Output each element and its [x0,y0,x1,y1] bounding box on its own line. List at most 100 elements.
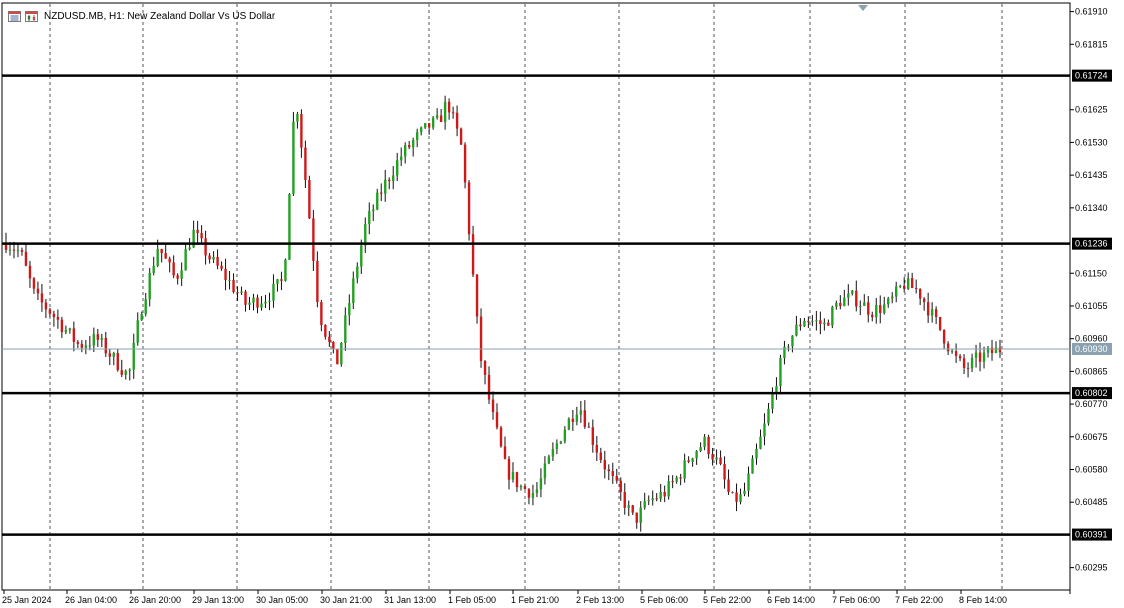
candle-body-241[interactable] [966,367,970,369]
candle-body-41[interactable] [168,258,171,263]
candle-body-54[interactable] [220,265,223,269]
candle-body-4[interactable] [20,250,24,252]
candle-body-167[interactable] [671,481,674,483]
candle-body-113[interactable] [455,112,459,129]
candle-body-31[interactable] [128,369,131,371]
candle-body-114[interactable] [459,128,463,145]
candle-body-38[interactable] [156,248,159,266]
candle-body-14[interactable] [60,319,64,333]
candle-body-158[interactable] [635,512,638,523]
candle-body-144[interactable] [579,410,583,415]
candle-body-165[interactable] [663,491,666,497]
candle-body-29[interactable] [120,370,123,375]
candle-body-196[interactable] [787,346,790,348]
candle-body-230[interactable] [922,298,926,303]
candle-body-101[interactable] [407,145,411,148]
candle-body-161[interactable] [647,500,650,502]
candle-body-172[interactable] [691,458,694,462]
candle-body-183[interactable] [735,492,738,502]
candle-body-228[interactable] [914,287,918,289]
candle-body-218[interactable] [875,305,878,318]
candle-body-150[interactable] [603,459,606,470]
candle-body-168[interactable] [675,477,678,482]
candle-body-84[interactable] [340,342,343,365]
candle-body-240[interactable] [962,358,966,368]
candle-body-18[interactable] [76,341,80,344]
candle-body-160[interactable] [643,501,646,508]
candle-body-204[interactable] [819,320,822,325]
candle-body-51[interactable] [208,255,211,260]
candle-body-106[interactable] [427,123,431,128]
candle-body-39[interactable] [160,248,163,254]
candle-body-56[interactable] [228,279,231,281]
candle-body-81[interactable] [328,336,331,342]
candle-body-242[interactable] [970,357,974,369]
candle-body-119[interactable] [479,316,483,362]
candle-body-49[interactable] [200,233,203,239]
candle-body-1[interactable] [8,249,12,251]
candle-body-26[interactable] [108,353,111,357]
candle-body-159[interactable] [639,507,642,523]
candle-body-104[interactable] [419,127,423,133]
candle-body-52[interactable] [212,256,215,260]
candle-body-85[interactable] [344,315,347,343]
candle-body-169[interactable] [679,477,682,479]
candle-body-216[interactable] [867,302,870,315]
candle-body-83[interactable] [336,349,339,365]
candle-body-108[interactable] [435,115,439,118]
candle-body-120[interactable] [483,361,487,375]
candle-body-220[interactable] [883,304,886,313]
candle-body-148[interactable] [595,444,599,453]
candle-body-136[interactable] [547,456,551,464]
candle-body-42[interactable] [172,262,175,276]
candle-body-79[interactable] [320,302,323,325]
candle-body-190[interactable] [763,423,766,437]
candle-body-205[interactable] [823,322,826,325]
candle-body-121[interactable] [487,374,491,400]
candle-body-214[interactable] [859,305,862,307]
candle-body-53[interactable] [216,256,219,266]
candle-body-147[interactable] [591,427,595,445]
candle-body-60[interactable] [244,291,247,305]
candle-body-27[interactable] [112,353,115,357]
candle-body-123[interactable] [495,412,499,428]
candle-body-68[interactable] [276,279,279,284]
candle-body-74[interactable] [300,113,303,148]
candle-body-24[interactable] [100,337,104,340]
candle-body-62[interactable] [252,297,255,303]
candle-body-146[interactable] [587,426,591,428]
candle-body-234[interactable] [938,316,942,330]
candle-body-87[interactable] [352,278,355,304]
candle-body-46[interactable] [188,247,191,250]
candle-body-226[interactable] [906,278,910,289]
candle-body-45[interactable] [184,249,187,271]
candle-body-57[interactable] [232,279,235,293]
candle-body-213[interactable] [855,290,858,307]
candle-body-11[interactable] [48,309,52,314]
candle-body-188[interactable] [755,448,758,459]
candle-body-142[interactable] [571,418,575,422]
candle-body-149[interactable] [599,452,603,460]
candle-body-249[interactable] [998,347,1002,353]
candle-body-233[interactable] [934,309,938,317]
candle-body-22[interactable] [92,334,96,346]
candle-body-199[interactable] [799,324,802,327]
candle-body-238[interactable] [954,351,958,356]
candle-body-139[interactable] [559,441,563,444]
candle-body-77[interactable] [312,218,315,261]
candle-body-237[interactable] [950,351,954,353]
candle-body-163[interactable] [655,498,658,500]
candle-body-143[interactable] [575,414,579,422]
candle-body-94[interactable] [380,192,383,194]
candle-body-34[interactable] [140,314,143,321]
candle-body-128[interactable] [515,472,519,488]
candle-body-248[interactable] [994,347,998,354]
candle-body-243[interactable] [974,352,978,358]
candle-body-36[interactable] [148,272,151,300]
candle-body-48[interactable] [196,229,199,234]
candle-body-227[interactable] [910,278,914,288]
candle-body-210[interactable] [843,297,846,307]
candle-body-3[interactable] [16,250,20,252]
chart-list-icon[interactable] [8,10,21,22]
candle-body-28[interactable] [116,353,119,371]
